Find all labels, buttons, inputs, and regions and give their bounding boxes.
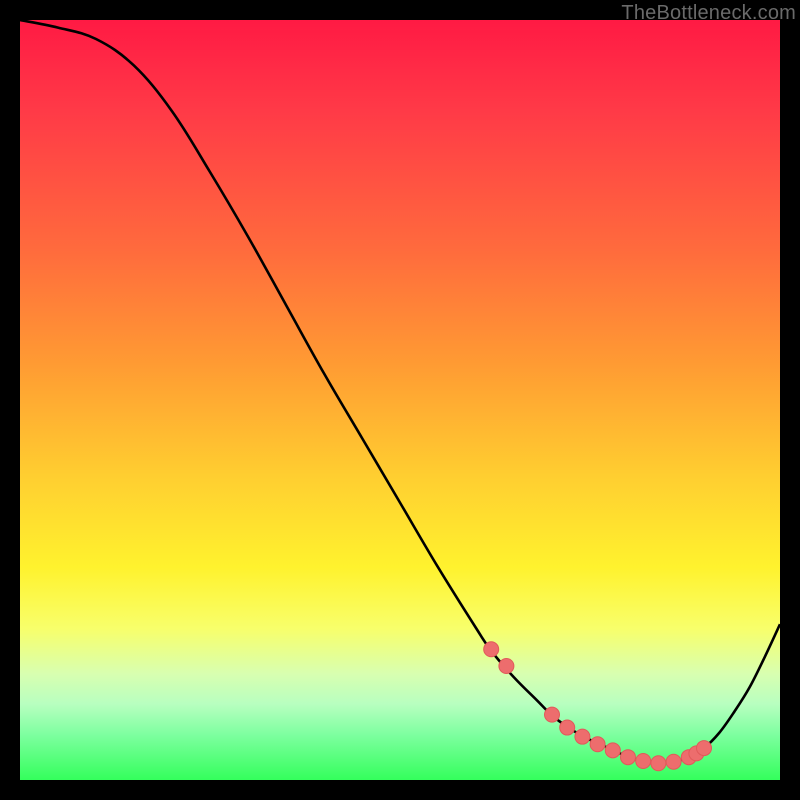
marker-dot: [484, 642, 499, 657]
marker-dot: [605, 743, 620, 758]
curve-line: [20, 20, 780, 763]
marker-group: [484, 642, 712, 771]
chart-stage: TheBottleneck.com: [0, 0, 800, 800]
marker-dot: [697, 741, 712, 756]
marker-dot: [666, 754, 681, 769]
marker-dot: [499, 659, 514, 674]
plot-area: [20, 20, 780, 780]
marker-dot: [636, 754, 651, 769]
chart-svg: [20, 20, 780, 780]
marker-dot: [560, 720, 575, 735]
watermark-text: TheBottleneck.com: [621, 2, 796, 25]
marker-dot: [575, 729, 590, 744]
marker-dot: [651, 756, 666, 771]
marker-dot: [621, 750, 636, 765]
marker-dot: [590, 737, 605, 752]
marker-dot: [545, 707, 560, 722]
